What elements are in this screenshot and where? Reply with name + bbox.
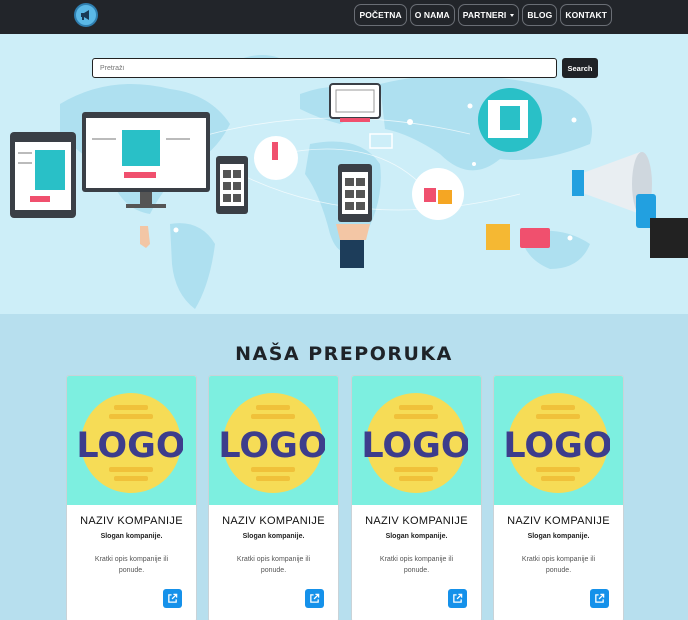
- external-link-icon: [310, 593, 320, 603]
- logo-text: LOGO: [506, 426, 610, 466]
- credit-card-illustration: [520, 228, 550, 248]
- company-card: LOGO NAZIV KOMPANIJE Slogan kompanije. K…: [208, 375, 339, 620]
- laptop-illustration: [329, 83, 381, 122]
- nav-item-kontakt[interactable]: KONTAKT: [560, 4, 612, 26]
- company-card: LOGO NAZIV KOMPANIJE Slogan kompanije. K…: [493, 375, 624, 620]
- nav-item-label: POČETNA: [359, 10, 402, 20]
- open-link-button[interactable]: [163, 589, 182, 608]
- company-card: LOGO NAZIV KOMPANIJE Slogan kompanije. K…: [66, 375, 197, 620]
- monitor-illustration: [82, 112, 210, 208]
- external-link-icon: [453, 593, 463, 603]
- caret-down-icon: [510, 13, 515, 17]
- logo-text: LOGO: [364, 426, 468, 466]
- recommendation-section: NAŠA PREPORUKA LOGO NAZIV KOMPANIJE Slog…: [0, 314, 688, 620]
- company-name: NAZIV KOMPANIJE: [80, 515, 183, 527]
- company-logo-placeholder: LOGO: [221, 393, 325, 493]
- open-link-button[interactable]: [590, 589, 609, 608]
- phone-illustration: [216, 156, 248, 214]
- nav-item-label: PARTNERI: [462, 10, 507, 20]
- nav-item-label: BLOG: [527, 10, 553, 20]
- company-logo-placeholder: LOGO: [364, 393, 468, 493]
- search-input[interactable]: [92, 58, 557, 78]
- nav-item-pocetna[interactable]: POČETNA: [354, 4, 407, 26]
- card-image: LOGO: [209, 376, 338, 505]
- company-name: NAZIV KOMPANIJE: [507, 515, 610, 527]
- brand-logo[interactable]: [74, 3, 98, 27]
- hero-banner: Search: [0, 34, 688, 314]
- open-link-button[interactable]: [305, 589, 324, 608]
- company-name: NAZIV KOMPANIJE: [365, 515, 468, 527]
- nav-item-blog[interactable]: BLOG: [522, 4, 558, 26]
- company-logo-placeholder: LOGO: [506, 393, 610, 493]
- card-image: LOGO: [67, 376, 196, 505]
- nav-menu: POČETNA O NAMA PARTNERI BLOG KONTAKT: [354, 4, 612, 26]
- company-slogan: Slogan kompanije.: [100, 533, 163, 540]
- company-description: Kratki opis kompanije ili ponude.: [236, 556, 311, 574]
- open-link-button[interactable]: [448, 589, 467, 608]
- company-description: Kratki opis kompanije ili ponude.: [521, 556, 596, 574]
- tablet-illustration: [10, 132, 76, 218]
- nav-item-label: O NAMA: [414, 10, 450, 20]
- search-button[interactable]: Search: [562, 58, 598, 78]
- nav-item-partneri[interactable]: PARTNERI: [457, 4, 520, 26]
- external-link-icon: [595, 593, 605, 603]
- nav-item-label: KONTAKT: [565, 10, 607, 20]
- megaphone-icon: [81, 10, 89, 20]
- company-description: Kratki opis kompanije ili ponude.: [379, 556, 454, 574]
- navbar: POČETNA O NAMA PARTNERI BLOG KONTAKT: [0, 0, 688, 34]
- card-image: LOGO: [494, 376, 623, 505]
- company-slogan: Slogan kompanije.: [385, 533, 448, 540]
- megaphone-illustration: [572, 152, 688, 258]
- company-slogan: Slogan kompanije.: [242, 533, 305, 540]
- nav-item-o-nama[interactable]: O NAMA: [409, 4, 455, 26]
- search-bar: Search: [92, 58, 598, 79]
- logo-text: LOGO: [79, 426, 183, 466]
- company-card: LOGO NAZIV KOMPANIJE Slogan kompanije. K…: [351, 375, 482, 620]
- card-image: LOGO: [352, 376, 481, 505]
- shopping-bag-illustration: [486, 224, 510, 250]
- company-slogan: Slogan kompanije.: [527, 533, 590, 540]
- pointer-hand-illustration: [140, 226, 150, 248]
- company-name: NAZIV KOMPANIJE: [222, 515, 325, 527]
- section-title: NAŠA PREPORUKA: [235, 343, 453, 365]
- external-link-icon: [168, 593, 178, 603]
- company-logo-placeholder: LOGO: [79, 393, 183, 493]
- envelope-illustration: [369, 133, 393, 149]
- hand-phone-illustration: [336, 164, 372, 268]
- logo-text: LOGO: [221, 426, 325, 466]
- company-description: Kratki opis kompanije ili ponude.: [94, 556, 169, 574]
